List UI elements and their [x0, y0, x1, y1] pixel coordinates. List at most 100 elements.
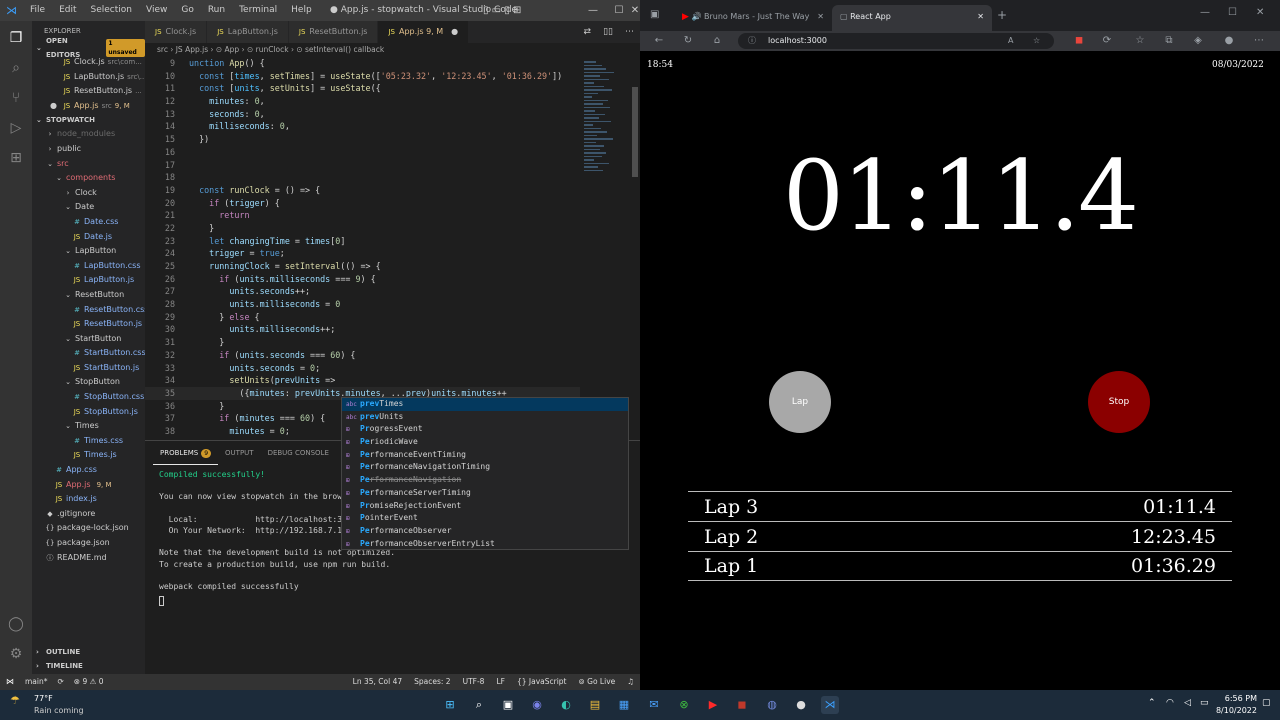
tree-item[interactable]: # LapButton.css — [32, 259, 145, 274]
home-icon[interactable]: ⌂ — [710, 33, 724, 49]
panel-tab-problems[interactable]: PROBLEMS 9 — [153, 441, 219, 465]
open-editors-header[interactable]: ⌄ OPEN EDITORS 1 unsaved — [32, 37, 145, 59]
audio-icon[interactable]: 🔊 — [691, 12, 701, 21]
bell-icon[interactable]: ♫ — [621, 674, 640, 690]
new-tab-button[interactable]: + — [997, 8, 1007, 22]
tree-item[interactable]: ⌄ LapButton — [32, 244, 145, 259]
panel-tab-output[interactable]: OUTPUT — [218, 441, 261, 465]
file-explorer-icon[interactable]: ▤ — [586, 696, 604, 714]
code-line[interactable]: 27 units.seconds++; — [145, 285, 580, 298]
editor-tab[interactable]: JS Clock.js — [145, 21, 208, 43]
menu-run[interactable]: Run — [201, 0, 232, 21]
tree-item[interactable]: ⓘ README.md — [32, 551, 145, 566]
close-button[interactable]: ✕ — [622, 0, 640, 21]
code-line[interactable]: 11 const [units, setUnits] = useState({ — [145, 82, 580, 95]
minimize-button[interactable]: — — [580, 0, 606, 21]
tree-item[interactable]: ⌄ components — [32, 171, 145, 186]
tree-item[interactable]: JS StopButton.js — [32, 405, 145, 420]
menu-go[interactable]: Go — [174, 0, 200, 21]
code-line[interactable]: 19 const runClock = () => { — [145, 184, 580, 197]
source-control-icon[interactable]: ⑂ — [7, 89, 25, 107]
extension-icon[interactable]: ⟳ — [1100, 33, 1114, 49]
browser-tab-music[interactable]: ▶ 🔊 Bruno Mars - Just The Way ✕ — [674, 5, 830, 31]
more-actions-icon[interactable]: ⋯ — [619, 27, 640, 37]
minimap[interactable] — [580, 57, 630, 438]
weather-icon[interactable]: ☂ — [10, 694, 20, 707]
breadcrumb[interactable]: src › JS App.js › ⊙ App › ⊙ runClock › ⊙… — [145, 43, 640, 57]
tree-item[interactable]: ⌄ ResetButton — [32, 288, 145, 303]
tree-item[interactable]: › node_modules — [32, 127, 145, 142]
store-icon[interactable]: ▦ — [615, 696, 633, 714]
run-debug-icon[interactable]: ▷ — [7, 119, 25, 137]
code-line[interactable]: 17 — [145, 159, 580, 172]
tree-item[interactable]: ⌄ Times — [32, 419, 145, 434]
close-tab-icon[interactable]: ✕ — [977, 5, 984, 29]
more-icon[interactable]: ⋯ — [1252, 33, 1266, 49]
collections-icon[interactable]: ⧉ — [1162, 33, 1176, 49]
tree-item[interactable]: JS Times.js — [32, 448, 145, 463]
taskbar-date[interactable]: 8/10/2022 — [1215, 706, 1257, 715]
tree-item[interactable]: # Date.css — [32, 215, 145, 230]
start-icon[interactable]: ⊞ — [441, 696, 459, 714]
maximize-button[interactable]: ☐ — [1228, 7, 1237, 18]
code-line[interactable]: 25 runningClock = setInterval(() => { — [145, 260, 580, 273]
suggestion-item[interactable]: ⊞ PerformanceNavigation — [342, 474, 628, 487]
tab-actions-icon[interactable]: ▣ — [650, 9, 659, 20]
menu-selection[interactable]: Selection — [84, 0, 139, 21]
minimize-button[interactable]: — — [1200, 7, 1210, 18]
edge-icon[interactable]: ◐ — [557, 696, 575, 714]
code-line[interactable]: 29 } else { — [145, 311, 580, 324]
code-line[interactable]: 24 trigger = true; — [145, 247, 580, 260]
gear-icon[interactable]: ⚙ — [7, 645, 25, 663]
unsaved-dot-icon[interactable]: ● — [50, 99, 62, 114]
code-line[interactable]: 13 seconds: 0, — [145, 108, 580, 121]
suggestion-item[interactable]: ⊞ PeriodicWave — [342, 436, 628, 449]
tree-item[interactable]: JS ResetButton.js — [32, 317, 145, 332]
mail-icon[interactable]: ✉ — [645, 696, 663, 714]
split-editor-icon[interactable]: ▯▯ — [597, 27, 619, 37]
browser-tab-react-app[interactable]: ▢ React App ✕ — [832, 5, 992, 31]
code-line[interactable]: 10 const [times, setTimes] = useState(['… — [145, 70, 580, 83]
project-header[interactable]: ⌄ STOPWATCH — [32, 113, 145, 127]
suggestion-item[interactable]: ⊞ PerformanceNavigationTiming — [342, 461, 628, 474]
back-icon[interactable]: ← — [652, 33, 666, 49]
stop-button[interactable]: Stop — [1088, 371, 1150, 433]
unsaved-dot-icon[interactable]: ● — [451, 27, 458, 36]
suggestion-item[interactable]: ⊞ PerformanceObserver — [342, 525, 628, 538]
tree-item[interactable]: ⌄ StopButton — [32, 375, 145, 390]
outline-header[interactable]: › OUTLINE — [32, 645, 145, 659]
problems-count[interactable]: ⊗ 9 ⚠ 0 — [69, 674, 109, 690]
favorites-icon[interactable]: ☆ — [1133, 33, 1147, 49]
code-line[interactable]: 15 }) — [145, 133, 580, 146]
account-icon[interactable]: ◯ — [7, 615, 25, 633]
code-line[interactable]: 26 if (units.milliseconds === 9) { — [145, 273, 580, 286]
tree-item[interactable]: › Clock — [32, 186, 145, 201]
volume-icon[interactable]: ◁ — [1184, 698, 1191, 708]
code-line[interactable]: 34 setUnits(prevUnits => — [145, 374, 580, 387]
battery-icon[interactable]: ▭ — [1200, 698, 1209, 708]
suggestion-item[interactable]: abc prevUnits — [342, 411, 628, 424]
suggestion-item[interactable]: ⊞ PerformanceObserverEntryList — [342, 538, 628, 549]
indentation[interactable]: Spaces: 2 — [408, 674, 456, 690]
code-line[interactable]: 22 } — [145, 222, 580, 235]
search-icon[interactable]: ⌕ — [470, 696, 488, 714]
code-line[interactable]: 18 — [145, 171, 580, 184]
menu-view[interactable]: View — [139, 0, 174, 21]
tree-item[interactable]: JS Date.js — [32, 230, 145, 245]
tree-item[interactable]: ⌄ src — [32, 157, 145, 172]
tree-item[interactable]: # StartButton.css — [32, 346, 145, 361]
editor-tab[interactable]: JS ResetButton.js — [288, 21, 379, 43]
code-line[interactable]: 31 } — [145, 336, 580, 349]
tree-item[interactable]: JS StartButton.js — [32, 361, 145, 376]
menu-edit[interactable]: Edit — [52, 0, 83, 21]
code-line[interactable]: 12 minutes: 0, — [145, 95, 580, 108]
task-view-icon[interactable]: ▣ — [499, 696, 517, 714]
language-mode[interactable]: {} JavaScript — [511, 674, 573, 690]
search-icon[interactable]: ⌕ — [7, 59, 25, 77]
suggestion-item[interactable]: ⊞ PerformanceServerTiming — [342, 487, 628, 500]
editor-tab[interactable]: JS LapButton.js — [207, 21, 289, 43]
tree-item[interactable]: › public — [32, 142, 145, 157]
files-icon[interactable]: ❐ — [7, 29, 25, 47]
code-line[interactable]: 21 return — [145, 209, 580, 222]
panel-tab-debug-console[interactable]: DEBUG CONSOLE — [261, 441, 336, 465]
